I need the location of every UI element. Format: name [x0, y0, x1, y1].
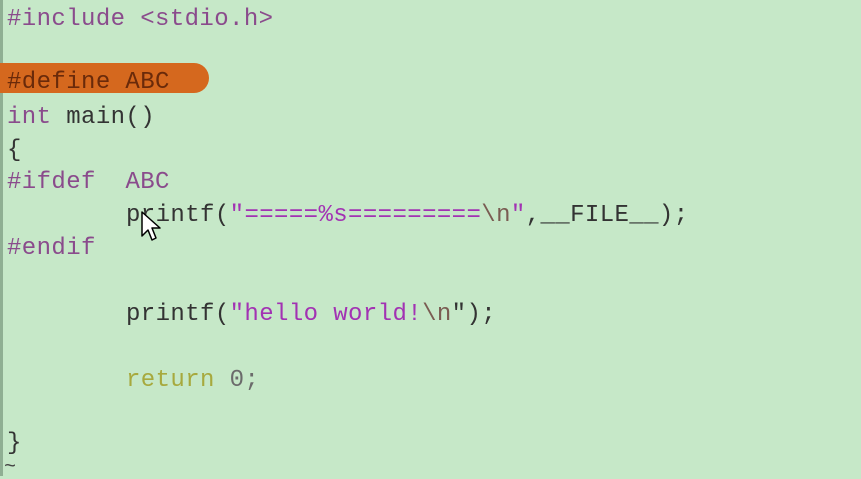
code-line-define[interactable]: #define ABC [7, 66, 170, 99]
keyword-return: return [126, 367, 215, 394]
keyword-int: int [7, 104, 52, 131]
code-line-endif[interactable]: #endif [7, 232, 96, 265]
string-content: =====%s========= [244, 202, 482, 229]
string-hello: "hello world! [229, 301, 423, 328]
code-line-printf-file[interactable]: printf("=====%s=========\n",__FILE__); [126, 199, 689, 232]
mouse-pointer-icon [141, 211, 161, 241]
printf-args: ,__FILE__); [525, 202, 689, 229]
code-editor[interactable]: #include <stdio.h> #define ABC int main(… [0, 0, 861, 479]
keyword-ifdef: #ifdef [7, 169, 96, 196]
string-open-quote: " [229, 202, 245, 229]
code-line-return[interactable]: return 0; [126, 364, 259, 397]
code-line-include[interactable]: #include <stdio.h> [7, 3, 273, 36]
printf-close: "); [451, 301, 497, 328]
macro-abc: ABC [125, 169, 170, 196]
printf-call: printf( [126, 301, 230, 328]
return-value: 0; [229, 367, 260, 394]
code-line-printf-hello[interactable]: printf("hello world!\n"); [126, 298, 496, 331]
string-close-quote: " [510, 202, 526, 229]
main-signature: main() [51, 104, 156, 131]
code-line-ifdef[interactable]: #ifdef ABC [7, 166, 170, 199]
escape-newline: \n [481, 202, 511, 229]
code-line-brace-open[interactable]: { [7, 134, 22, 167]
code-line-main[interactable]: int main() [7, 101, 155, 134]
escape-newline: \n [422, 301, 452, 328]
